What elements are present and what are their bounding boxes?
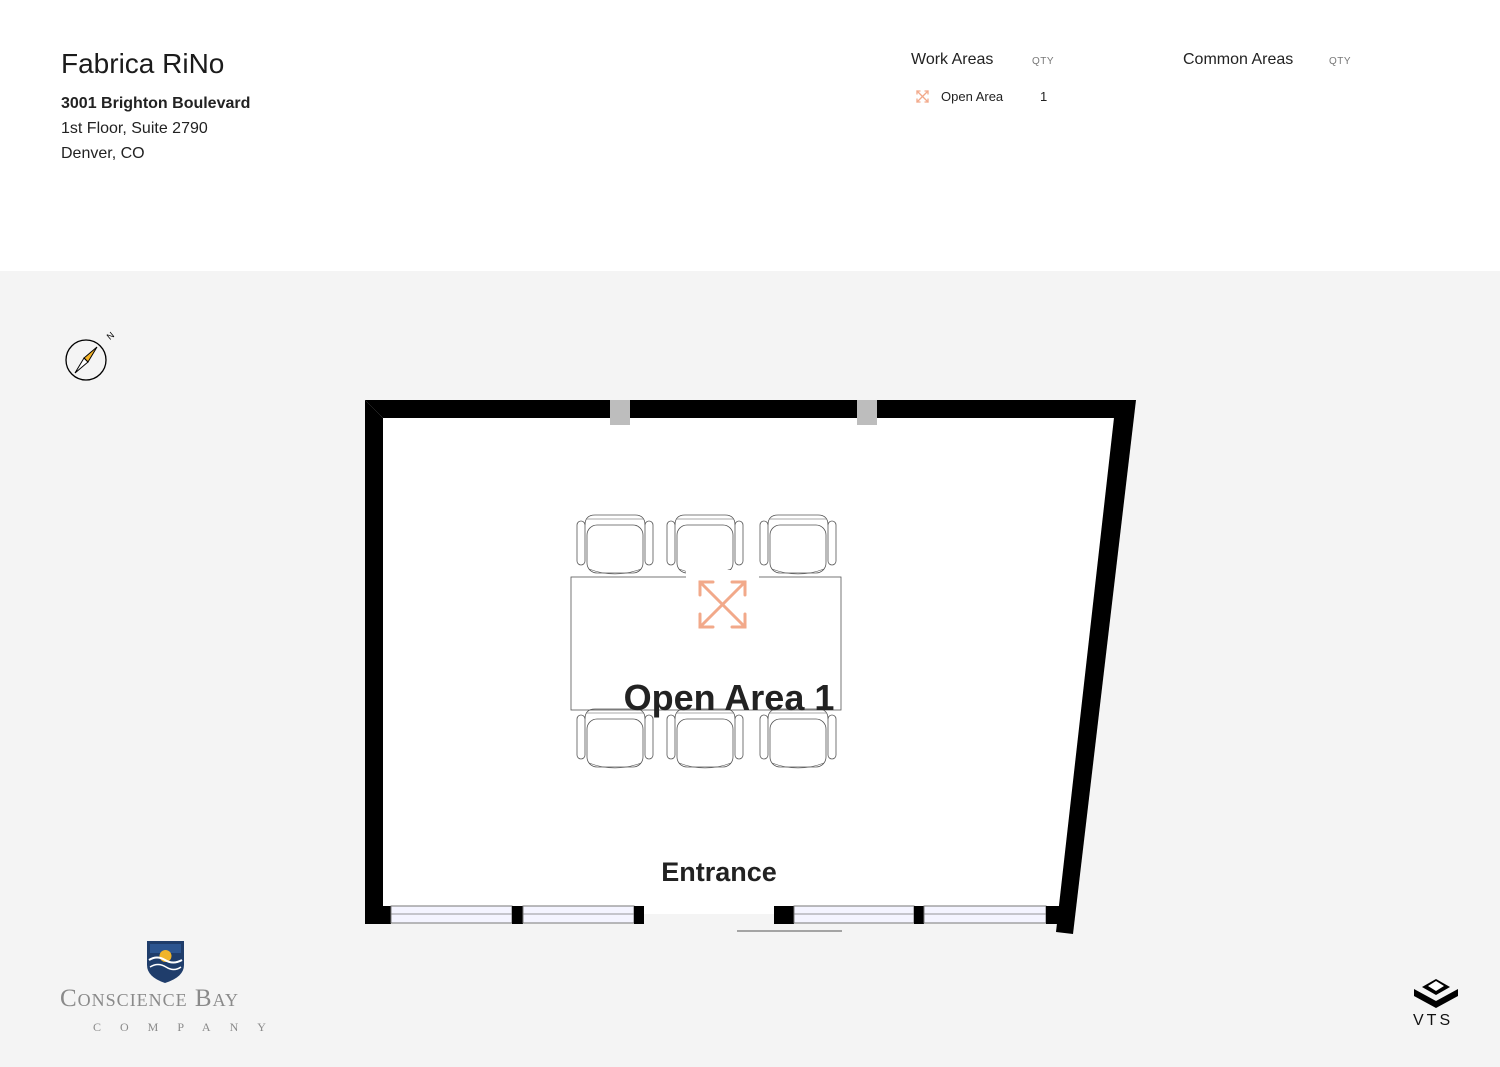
column: [610, 400, 630, 425]
column: [857, 400, 877, 425]
wall-top: [365, 400, 1136, 418]
vts-logo-icon: [1414, 979, 1458, 1008]
entrance-label: Entrance: [661, 857, 777, 887]
wall-left: [365, 400, 383, 924]
conscience-bay-name: Conscience Bay: [60, 985, 239, 1012]
conscience-bay-sub: COMPANY: [93, 1020, 285, 1034]
compass-icon: N: [65, 330, 116, 381]
compass-north-label: N: [105, 330, 116, 342]
vts-logo-text: VTS: [1413, 1012, 1454, 1029]
room-label-open-area-1: Open Area 1: [624, 677, 835, 718]
floor-plan: Open Area 1 Entrance N: [65, 330, 1458, 1008]
conscience-bay-shield-icon: [147, 941, 184, 983]
